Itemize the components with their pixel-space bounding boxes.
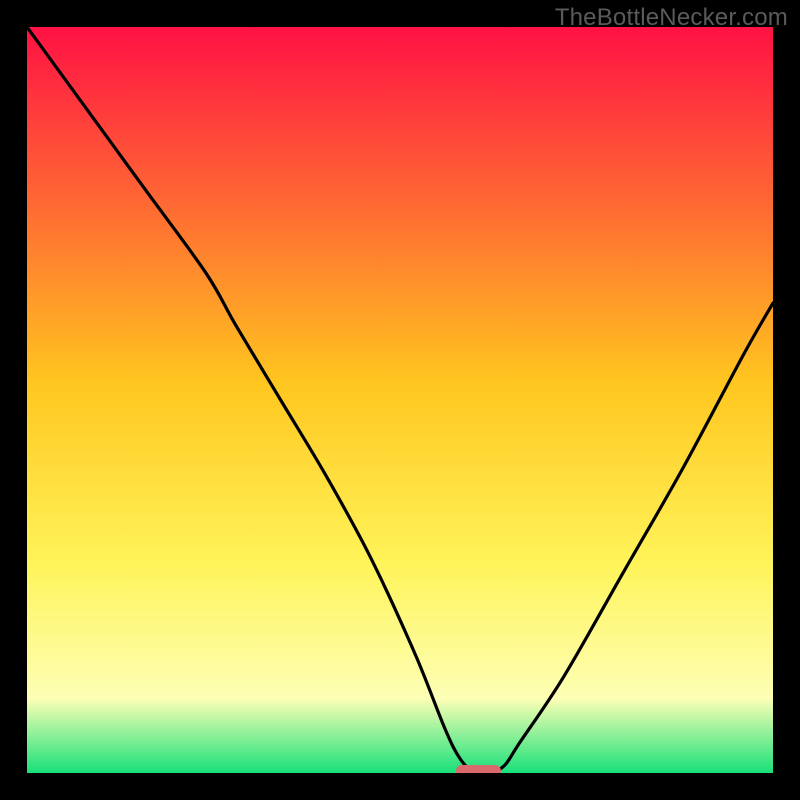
gradient-background [27, 27, 773, 773]
optimal-marker [456, 765, 501, 773]
plot-svg [27, 27, 773, 773]
chart-frame: TheBottleNecker.com [0, 0, 800, 800]
watermark-text: TheBottleNecker.com [555, 4, 788, 32]
plot-area [27, 27, 773, 773]
